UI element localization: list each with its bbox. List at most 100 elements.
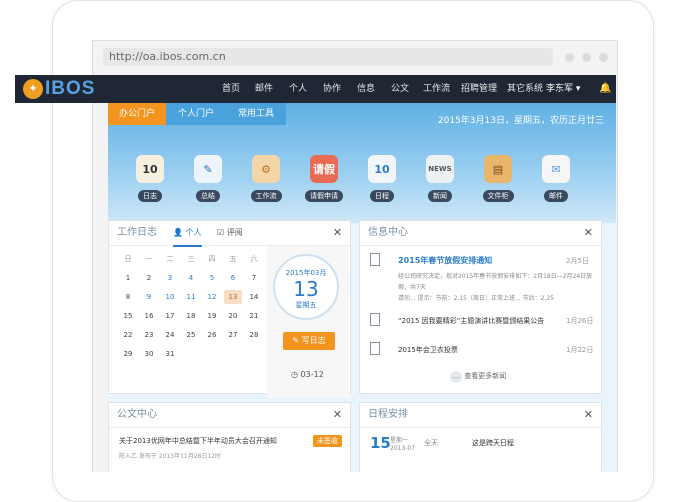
news-date: 2月5日 [566, 257, 589, 265]
calendar-day[interactable]: 12 [203, 290, 221, 304]
calendar-day[interactable]: 20 [224, 309, 242, 323]
calendar-day[interactable]: 29 [119, 347, 137, 361]
close-icon[interactable]: ✕ [333, 221, 342, 245]
app-news[interactable]: NEWS 新闻 [420, 155, 460, 202]
window-dot-2[interactable] [582, 53, 591, 62]
worklog-panel: 工作日志 👤 个人 ☑ 评阅 ✕ 日 一 二 三 四 五 六 1 2 3 4 5… [108, 220, 351, 398]
calendar-day[interactable]: 25 [182, 328, 200, 342]
tab-review[interactable]: ☑ 评阅 [217, 221, 243, 245]
calendar-day[interactable]: 22 [119, 328, 137, 342]
checkbox-icon: ☑ [217, 228, 225, 237]
calendar-day[interactable]: 24 [161, 328, 179, 342]
browser-toolbar: http://oa.ibos.com.cn [93, 41, 617, 75]
calendar-day[interactable]: 30 [140, 347, 158, 361]
nav-item-collab[interactable]: 协作 [323, 75, 341, 103]
close-icon[interactable]: ✕ [584, 403, 593, 427]
schedule-allday: 全天 [424, 439, 438, 447]
calendar-day[interactable]: 8 [119, 290, 137, 304]
info-center-title: 信息中心 [368, 227, 408, 238]
calendar-day[interactable]: 15 [119, 309, 137, 323]
calendar-day[interactable]: 1 [119, 271, 137, 285]
info-center-panel: 信息中心 ✕ 2015年春节放假安排通知 2月5日 经公司研究决定，现对2015… [359, 220, 602, 394]
calendar-day[interactable]: 3 [161, 271, 179, 285]
window-dot-3[interactable] [599, 53, 608, 62]
nav-item-docs[interactable]: 公文 [391, 75, 409, 103]
calendar-day[interactable]: 4 [182, 271, 200, 285]
calendar-day[interactable]: 7 [245, 271, 263, 285]
nav-item-workflow[interactable]: 工作流 [423, 75, 450, 103]
user-menu[interactable]: 李东军 ▾ [546, 75, 580, 103]
calendar-day[interactable]: 10 [161, 290, 179, 304]
url-bar[interactable]: http://oa.ibos.com.cn [103, 48, 553, 66]
news-title[interactable]: “2015 因我要精彩”主题演讲比赛暨颁结果公告 [398, 316, 544, 326]
calendar-day[interactable]: 11 [182, 290, 200, 304]
top-navbar: ✦ IBOS 首页 邮件 个人 协作 信息 公文 工作流 招聘管理 其它系统 李… [15, 75, 616, 103]
document-icon [370, 342, 380, 355]
logo-text: IBOS [45, 78, 96, 99]
app-mail[interactable]: ✉ 邮件 [536, 155, 576, 202]
news-date: 1月22日 [566, 346, 594, 354]
nav-item-info[interactable]: 信息 [357, 75, 375, 103]
app-mail-label: 邮件 [544, 190, 568, 202]
calendar-day[interactable]: 6 [224, 271, 242, 285]
app-schedule-label: 日程 [370, 190, 394, 202]
calendar-day[interactable]: 9 [140, 290, 158, 304]
doc-center-title: 公文中心 [117, 409, 157, 420]
write-log-button[interactable]: ✎ 写日志 [283, 332, 335, 350]
newspaper-icon: NEWS [426, 155, 454, 183]
close-icon[interactable]: ✕ [584, 221, 593, 245]
ibos-logo[interactable]: ✦ IBOS [23, 78, 95, 100]
window-dot-1[interactable] [565, 53, 574, 62]
app-filecabinet[interactable]: ▤ 文件柜 [478, 155, 518, 202]
nav-item-recruit[interactable]: 招聘管理 [461, 75, 497, 103]
history-link[interactable]: ◷ 03-12 [291, 370, 324, 379]
calendar-day[interactable]: 27 [224, 328, 242, 342]
portal-banner: 办公门户 个人门户 常用工具 2015年3月13日，星期五，农历正月廿三 10 … [108, 103, 616, 223]
app-summary[interactable]: ✎ 总结 [188, 155, 228, 202]
app-log[interactable]: 10 日志 [130, 155, 170, 202]
app-filecabinet-label: 文件柜 [482, 190, 514, 202]
leave-icon: 请假 [310, 155, 338, 183]
tab-personal-log-label: 个人 [185, 228, 202, 237]
calendar-day[interactable]: 28 [245, 328, 263, 342]
calendar-day[interactable]: 14 [245, 290, 263, 304]
calendar-day[interactable]: 23 [140, 328, 158, 342]
more-news-link[interactable]: … 查看更多新闻 [450, 371, 506, 383]
tab-personal-portal[interactable]: 个人门户 [166, 103, 226, 125]
notebook-icon: 10 [136, 155, 164, 183]
tab-common-tools[interactable]: 常用工具 [226, 103, 286, 125]
calendar-day[interactable]: 2 [140, 271, 158, 285]
calendar-day[interactable]: 21 [245, 309, 263, 323]
calendar-day[interactable]: 16 [140, 309, 158, 323]
weekday-fri: 五 [229, 255, 237, 263]
calendar-day[interactable]: 18 [182, 309, 200, 323]
close-icon[interactable]: ✕ [333, 403, 342, 427]
news-title[interactable]: 2015年会卫衣投票 [398, 345, 458, 355]
bell-icon[interactable]: 🔔 [599, 83, 611, 94]
worklog-header: 工作日志 👤 个人 ☑ 评阅 ✕ [109, 221, 350, 247]
calendar-day[interactable]: 19 [203, 309, 221, 323]
calendar-day[interactable]: 5 [203, 271, 221, 285]
tab-office-portal[interactable]: 办公门户 [108, 103, 166, 125]
schedule-weekday: 星期一 [390, 437, 409, 444]
news-title[interactable]: 2015年春节放假安排通知 [398, 255, 492, 266]
news-excerpt-line2: 请勿... 提示：节前：2.15（周日）正常上班... 节后：2.25 [398, 295, 554, 302]
mail-icon: ✉ [542, 155, 570, 183]
calendar-day-today[interactable]: 13 [224, 290, 242, 304]
calendar-day[interactable]: 17 [161, 309, 179, 323]
nav-item-mail[interactable]: 邮件 [255, 75, 273, 103]
app-workflow[interactable]: ⚙ 工作流 [246, 155, 286, 202]
nav-item-personal[interactable]: 个人 [289, 75, 307, 103]
info-center-header: 信息中心 ✕ [360, 221, 601, 246]
calendar-day[interactable]: 26 [203, 328, 221, 342]
nav-item-other[interactable]: 其它系统 [507, 75, 543, 103]
doc-center-panel: 公文中心 ✕ 关于2013优网年中总结暨下半年动员大会召开通知 未签收 陈入乙 … [108, 402, 351, 472]
app-schedule[interactable]: 10 日程 [362, 155, 402, 202]
schedule-event[interactable]: 这是跨天日程 [472, 438, 514, 448]
tab-personal-log[interactable]: 👤 个人 [173, 221, 202, 247]
weekday-tue: 二 [166, 255, 174, 263]
doc-title[interactable]: 关于2013优网年中总结暨下半年动员大会召开通知 [119, 436, 277, 446]
calendar-day[interactable]: 31 [161, 347, 179, 361]
app-leave[interactable]: 请假 请假申请 [304, 155, 344, 202]
nav-item-home[interactable]: 首页 [222, 75, 240, 103]
